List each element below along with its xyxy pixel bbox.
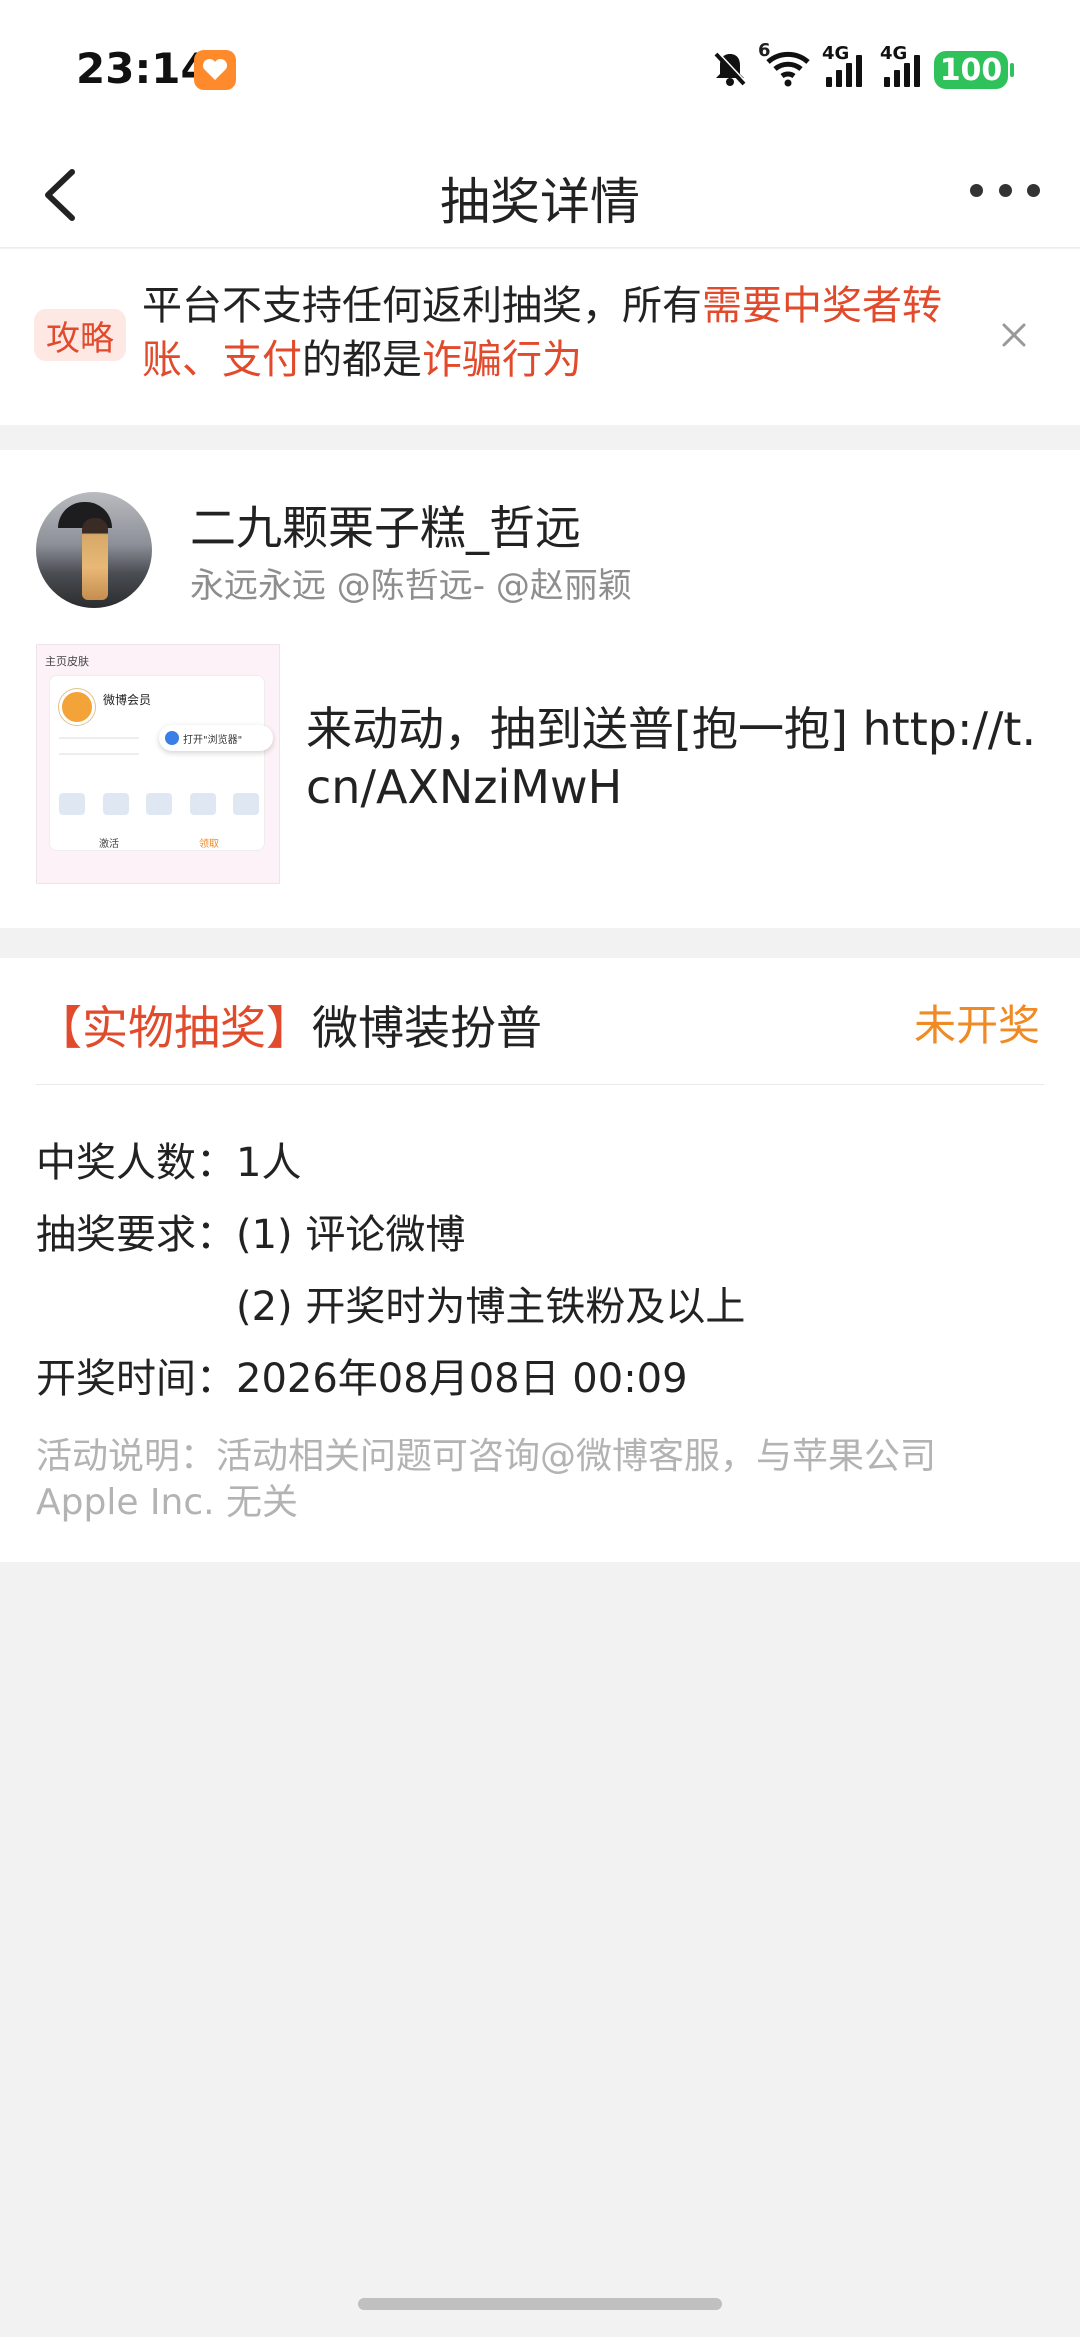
requirements-row: 抽奖要求：(1) 评论微博	[36, 1202, 465, 1260]
lottery-card: 【实物抽奖】微博装扮普 未开奖 中奖人数：1人 抽奖要求：(1) 评论微博 (2…	[0, 958, 1080, 1562]
weibo-logo-icon	[59, 689, 95, 725]
anti-fraud-notice: 攻略 平台不支持任何返利抽奖，所有需要中奖者转账、支付的都是诈骗行为	[0, 249, 1080, 425]
draw-time-row: 开奖时间：2026年08月08日 00:09	[36, 1346, 688, 1404]
mute-bell-icon	[710, 48, 750, 92]
signal-icon: 4G	[880, 43, 920, 87]
notice-text-part: 的都是	[302, 337, 422, 383]
battery-icon: 100	[934, 51, 1014, 89]
status-badge: 未开奖	[913, 1001, 1040, 1050]
winners-label: 中奖人数：	[36, 1140, 236, 1186]
notice-tag: 攻略	[34, 309, 126, 361]
more-dots-icon[interactable]	[970, 170, 1040, 210]
requirements-row: (2) 开奖时为博主铁粉及以上	[36, 1274, 745, 1332]
navigation-bar: 抽奖详情	[0, 138, 1080, 248]
status-bar: 23:14 6 4G 4G 100	[0, 0, 1080, 138]
notice-text-highlight: 诈骗行为	[422, 337, 582, 383]
winners-value: 1人	[236, 1140, 302, 1186]
requirement-item: (2) 开奖时为博主铁粉及以上	[236, 1284, 746, 1330]
close-icon[interactable]	[996, 317, 1032, 353]
network-type-label: 4G	[880, 43, 908, 64]
thumbnail-left-button: 激活	[99, 839, 119, 850]
prize-type: 【实物抽奖】	[36, 1001, 312, 1055]
thumbnail-right-button: 领取	[199, 839, 219, 850]
author-name[interactable]: 二九颗栗子糕_哲远	[190, 492, 581, 558]
battery-level: 100	[939, 52, 1003, 88]
draw-time-label: 开奖时间：	[36, 1356, 236, 1402]
notice-text: 平台不支持任何返利抽奖，所有需要中奖者转账、支付的都是诈骗行为	[142, 279, 972, 387]
signal-icon: 4G	[822, 43, 862, 87]
winners-row: 中奖人数：1人	[36, 1130, 301, 1188]
avatar[interactable]	[36, 492, 152, 608]
post-card[interactable]: 二九颗栗子糕_哲远 永远永远 @陈哲远- @赵丽颖 主页皮肤 微博会员 打开"浏…	[0, 450, 1080, 928]
network-type-label: 4G	[822, 43, 850, 64]
thumbnail-vip-label: 微博会员	[103, 693, 152, 707]
author-subtitle: 永远永远 @陈哲远- @赵丽颖	[190, 566, 632, 606]
notice-text-part: 平台不支持任何返利抽奖，所有	[142, 283, 702, 329]
home-indicator[interactable]	[358, 2298, 722, 2310]
prize-title: 【实物抽奖】微博装扮普	[36, 992, 542, 1058]
draw-time-value: 2026年08月08日 00:09	[236, 1356, 688, 1402]
thumbnail-header: 主页皮肤	[45, 655, 89, 668]
status-icons: 6 4G 4G 100	[710, 40, 1014, 94]
requirements-label: 抽奖要求：	[36, 1212, 236, 1258]
prize-name: 微博装扮普	[312, 1001, 542, 1055]
thumbnail-popup: 打开"浏览器"	[159, 725, 273, 751]
post-thumbnail[interactable]: 主页皮肤 微博会员 打开"浏览器" 激活 领取	[36, 644, 280, 884]
status-time: 23:14	[76, 44, 210, 93]
post-text[interactable]: 来动动，抽到送普[抱一抱] http://t.cn/AXNziMwH	[306, 700, 1046, 816]
divider	[36, 1084, 1044, 1085]
page-title: 抽奖详情	[440, 173, 640, 231]
wifi-badge: 6	[758, 40, 771, 61]
wifi-icon: 6	[758, 40, 812, 92]
app-heart-icon	[194, 50, 236, 90]
requirement-item: (1) 评论微博	[236, 1212, 466, 1258]
activity-footnote: 活动说明：活动相关问题可咨询@微博客服，与苹果公司 Apple Inc. 无关	[36, 1436, 937, 1523]
